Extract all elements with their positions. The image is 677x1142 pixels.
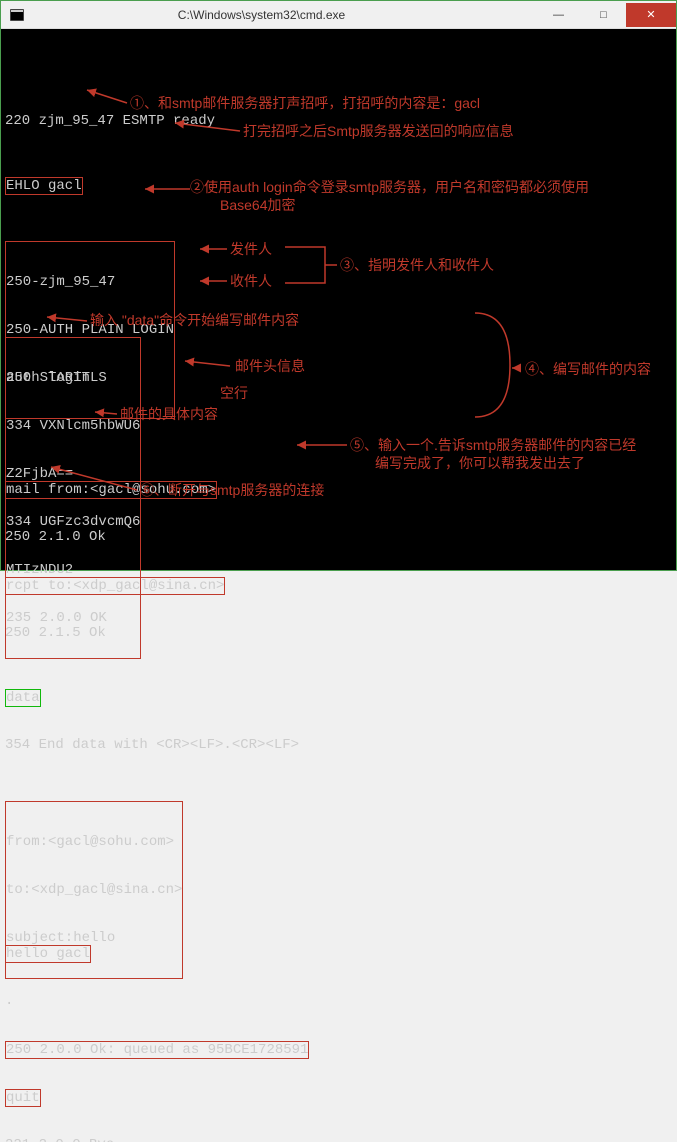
term-line: mail from:<gacl@sohu.com> [5, 481, 672, 497]
annotation-8: ⑤、输入一个.告诉smtp服务器邮件的内容已经 [350, 437, 636, 453]
term-line: Z2FjbA== [6, 466, 140, 482]
term-line: hello gacl [5, 945, 672, 961]
highlight-box: data [5, 689, 41, 707]
terminal-content: 220 zjm_95_47 ESMTP ready EHLO gacl 250-… [5, 65, 672, 1142]
term-line: auth login [6, 370, 140, 386]
highlight-box: rcpt to:<xdp_gacl@sina.cn> [5, 577, 225, 595]
annotation-6c: ④、编写邮件的内容 [525, 361, 651, 377]
window-title: C:\Windows\system32\cmd.exe [27, 8, 496, 22]
annotation-sender: 发件人 [230, 241, 272, 257]
annotation-4: ③、指明发件人和收件人 [340, 257, 494, 273]
annotation-7: 邮件的具体内容 [120, 406, 218, 422]
highlight-box: hello gacl [5, 945, 91, 963]
term-line: 221 2.0.0 Bye [5, 1137, 672, 1142]
maximize-button[interactable]: □ [581, 3, 626, 27]
term-line: rcpt to:<xdp_gacl@sina.cn> [5, 577, 672, 593]
term-line: 235 2.0.0 OK [6, 610, 140, 626]
titlebar: C:\Windows\system32\cmd.exe — □ ✕ [1, 1, 676, 29]
term-line: 354 End data with <CR><LF>.<CR><LF> [5, 737, 672, 753]
close-button[interactable]: ✕ [626, 3, 676, 27]
minimize-button[interactable]: — [536, 3, 581, 27]
highlight-box: quit [5, 1089, 41, 1107]
annotation-6b: 空行 [220, 385, 248, 401]
annotation-9: ⑥、断开与smtp服务器的连接 [140, 482, 324, 498]
term-line: 250 2.1.0 Ok [5, 529, 672, 545]
term-line [5, 897, 672, 913]
annotation-5: 输入 "data"命令开始编写邮件内容 [90, 312, 299, 328]
term-line: quit [5, 1089, 672, 1105]
annotation-2: 打完招呼之后Smtp服务器发送回的响应信息 [243, 123, 514, 139]
annotation-3: ②使用auth login命令登录smtp服务器，用户名和密码都必须使用 [190, 179, 589, 195]
highlight-box: 250 2.0.0 Ok: queued as 95BCE1728591 [5, 1041, 309, 1059]
term-line: subject:hello [6, 930, 182, 946]
term-line: 250-zjm_95_47 [6, 274, 174, 290]
term-line: data [5, 689, 672, 705]
term-line: . [5, 993, 672, 1009]
cmd-icon [7, 5, 27, 25]
term-line: to:<xdp_gacl@sina.cn> [6, 882, 182, 898]
annotation-3b: Base64加密 [220, 197, 295, 213]
window-controls: — □ ✕ [536, 3, 676, 27]
terminal[interactable]: 220 zjm_95_47 ESMTP ready EHLO gacl 250-… [1, 29, 676, 570]
term-line: 250 2.1.5 Ok [5, 625, 672, 641]
term-line: 334 UGFzc3dvcmQ6 [6, 514, 140, 530]
annotation-1: ①、和smtp邮件服务器打声招呼，打招呼的内容是：gacl [130, 95, 480, 111]
highlight-box: EHLO gacl [5, 177, 83, 195]
term-line: from:<gacl@sohu.com> [6, 834, 182, 850]
annotation-recipient: 收件人 [230, 273, 272, 289]
term-line: 250 2.0.0 Ok: queued as 95BCE1728591 [5, 1041, 672, 1057]
annotation-6a: 邮件头信息 [235, 358, 305, 374]
annotation-8b: 编写完成了，你可以帮我发出去了 [375, 455, 585, 471]
term-line: MTIzNDU2 [6, 562, 140, 578]
